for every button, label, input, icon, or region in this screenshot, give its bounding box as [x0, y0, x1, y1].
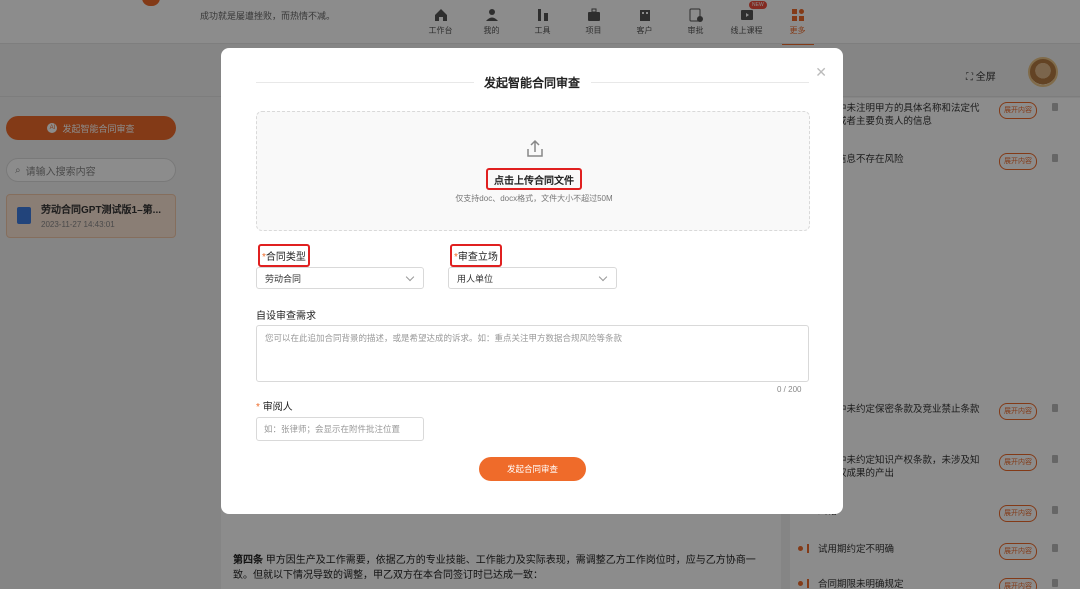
upload-icon — [527, 139, 543, 157]
contract-type-value: 劳动合同 — [265, 273, 302, 284]
reviewer-label-text: 审阅人 — [262, 402, 293, 413]
submit-review-button[interactable]: 发起合同审查 — [479, 457, 586, 481]
dialog-title: 发起智能合同审查 — [483, 76, 580, 90]
upload-dropzone[interactable]: 点击上传合同文件 仅支持doc、docx格式，文件大小不超过50M — [256, 111, 810, 231]
required-mark: * — [256, 402, 260, 413]
chevron-down-icon — [598, 272, 608, 282]
upload-button[interactable]: 点击上传合同文件 — [486, 168, 582, 190]
contract-type-label: *合同类型 — [258, 244, 310, 267]
reviewer-label: * 审阅人 — [256, 398, 293, 413]
custom-requirements-label: 自设审查需求 — [256, 311, 316, 322]
stance-value: 用人单位 — [457, 273, 494, 284]
stance-label: *审查立场 — [450, 244, 502, 267]
stance-select[interactable]: 用人单位 — [448, 267, 617, 289]
upload-hint: 仅支持doc、docx格式，文件大小不超过50M — [455, 194, 613, 203]
custom-requirements-field[interactable]: 您可以在此追加合同背景的描述，或是希望达成的诉求。如：重点关注甲方数据合规风险等… — [256, 325, 809, 382]
contract-type-select[interactable]: 劳动合同 — [256, 267, 424, 289]
reviewer-input[interactable]: 如：张律师；会显示在附件批注位置 — [256, 417, 424, 441]
review-dialog: ✕ 发起智能合同审查 点击上传合同文件 仅支持doc、docx格式，文件大小不超… — [221, 48, 843, 514]
stance-label-text: 审查立场 — [457, 252, 498, 263]
char-counter: 0 / 200 — [777, 385, 802, 394]
chevron-down-icon — [405, 272, 415, 282]
contract-type-label-text: 合同类型 — [265, 252, 306, 263]
